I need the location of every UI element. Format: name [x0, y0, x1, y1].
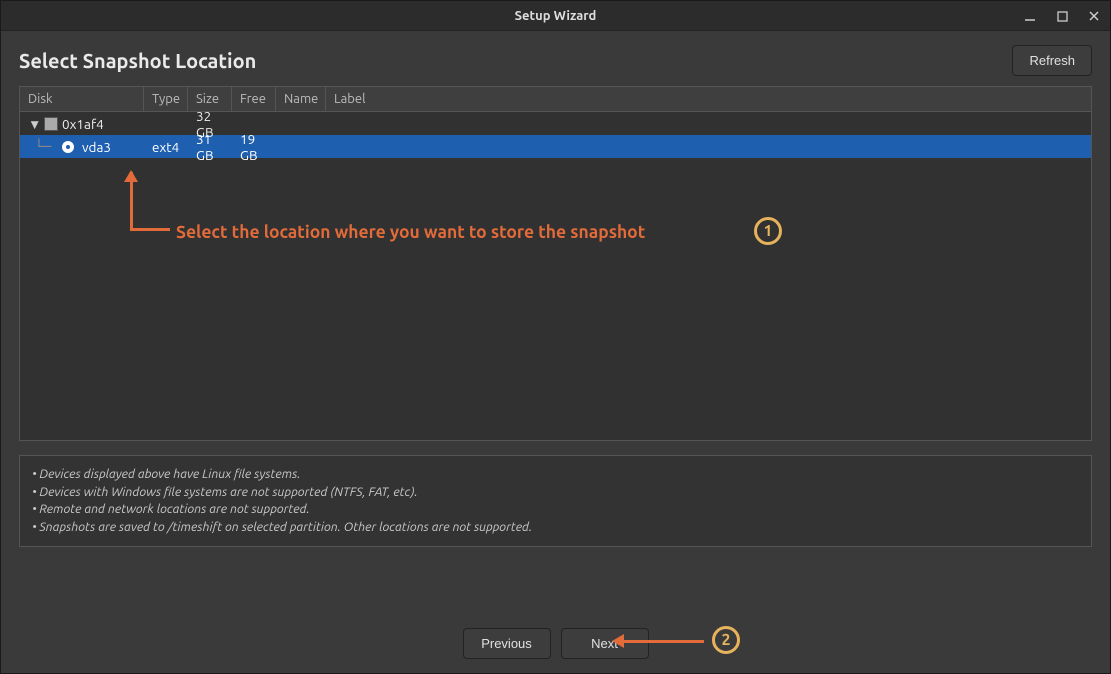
footer-buttons: Previous Next	[19, 598, 1092, 659]
chevron-down-icon[interactable]: ▼	[28, 116, 40, 132]
row-disk-name: vda3	[82, 139, 111, 155]
disk-icon	[44, 117, 58, 131]
close-button[interactable]	[1084, 6, 1104, 26]
maximize-button[interactable]	[1052, 6, 1072, 26]
table-row[interactable]: └─ vda3 ext4 31 GB 19 GB	[20, 135, 1091, 158]
note-line: • Devices displayed above have Linux fil…	[32, 466, 1079, 484]
disk-table: Disk Type Size Free Name Label ▼ 0x1af4 …	[19, 86, 1092, 441]
page-title: Select Snapshot Location	[19, 49, 256, 72]
col-header-label[interactable]: Label	[326, 87, 1091, 111]
radio-selected-icon[interactable]	[62, 141, 74, 153]
table-row[interactable]: ▼ 0x1af4 32 GB	[20, 112, 1091, 135]
tree-branch-icon: └─	[28, 139, 58, 155]
next-button[interactable]: Next	[561, 628, 649, 659]
col-header-free[interactable]: Free	[232, 87, 276, 111]
col-header-name[interactable]: Name	[276, 87, 326, 111]
refresh-button[interactable]: Refresh	[1012, 45, 1092, 76]
window-title: Setup Wizard	[515, 9, 597, 23]
header-row: Select Snapshot Location Refresh	[19, 45, 1092, 76]
col-header-disk[interactable]: Disk	[20, 87, 144, 111]
notes-panel: • Devices displayed above have Linux fil…	[19, 455, 1092, 547]
row-type: ext4	[144, 139, 188, 155]
table-header: Disk Type Size Free Name Label	[20, 87, 1091, 112]
note-line: • Snapshots are saved to /timeshift on s…	[32, 519, 1079, 537]
col-header-type[interactable]: Type	[144, 87, 188, 111]
titlebar[interactable]: Setup Wizard	[1, 1, 1110, 31]
content-area: Select Snapshot Location Refresh Disk Ty…	[1, 31, 1110, 673]
row-size: 31 GB	[188, 131, 232, 163]
previous-button[interactable]: Previous	[463, 628, 551, 659]
note-line: • Devices with Windows file systems are …	[32, 484, 1079, 502]
minimize-button[interactable]	[1020, 6, 1040, 26]
row-disk-name: 0x1af4	[62, 116, 104, 132]
note-line: • Remote and network locations are not s…	[32, 501, 1079, 519]
window-controls	[1020, 1, 1104, 31]
row-free: 19 GB	[232, 131, 276, 163]
table-body: ▼ 0x1af4 32 GB └─ vda3	[20, 112, 1091, 440]
setup-wizard-window: Setup Wizard Select Snapshot Location Re…	[0, 0, 1111, 674]
